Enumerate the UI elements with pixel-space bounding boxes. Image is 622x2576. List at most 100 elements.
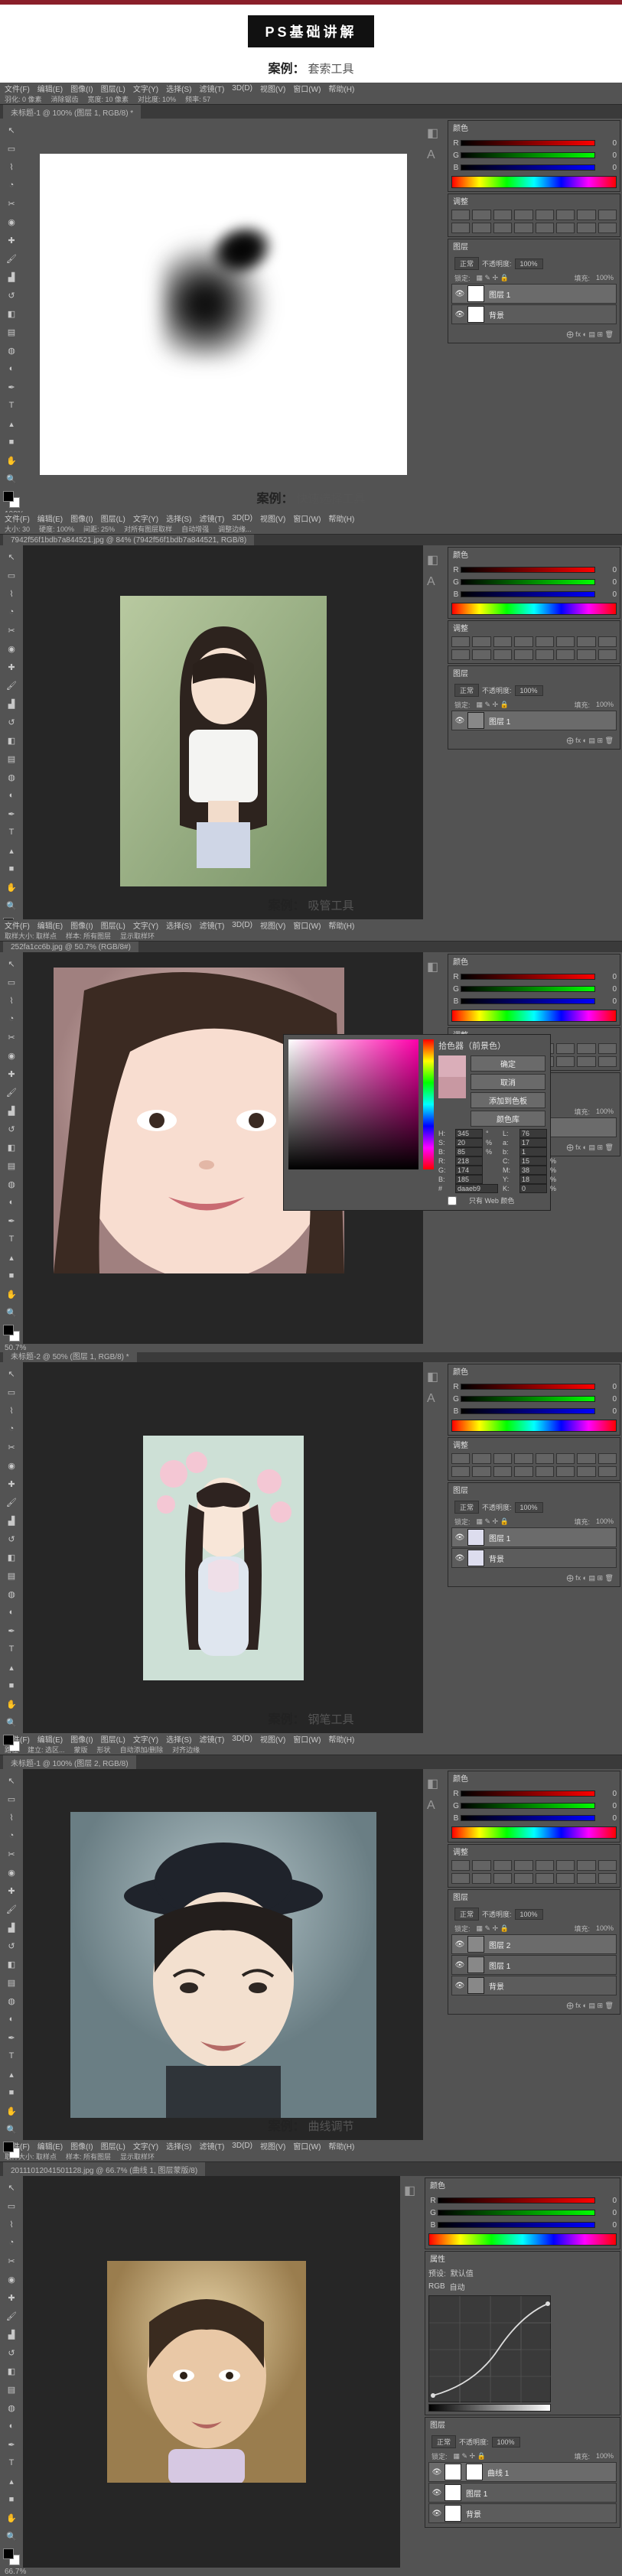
s-input[interactable]: [455, 1138, 483, 1147]
g-slider[interactable]: [461, 579, 595, 585]
quick-select-tool[interactable]: ◔: [3, 1420, 20, 1437]
adjustment-icon[interactable]: [577, 1043, 595, 1054]
canvas-area[interactable]: [23, 1769, 423, 2161]
blend-mode-dropdown[interactable]: 正常: [454, 1908, 479, 1921]
color-swatch[interactable]: [3, 1735, 20, 1751]
menu-item[interactable]: 窗口(W): [293, 512, 321, 524]
lasso-tool[interactable]: ⌇: [3, 2216, 20, 2233]
g-slider[interactable]: [461, 1803, 595, 1809]
quick-select-tool[interactable]: ◔: [3, 177, 20, 194]
eyedropper-tool[interactable]: ◉: [3, 1047, 20, 1064]
brush-tool[interactable]: 🖌: [3, 1901, 20, 1917]
menu-item[interactable]: 3D(D): [232, 1735, 252, 1743]
adjustment-icon[interactable]: [577, 636, 595, 647]
adjustment-icon[interactable]: [577, 1860, 595, 1871]
menu-item[interactable]: 文字(Y): [133, 1733, 158, 1745]
adjustment-icon[interactable]: [577, 223, 595, 233]
move-tool[interactable]: ↖: [3, 2179, 20, 2196]
color-libraries-button[interactable]: 颜色库: [471, 1111, 545, 1127]
adjustment-icon[interactable]: [556, 1466, 575, 1477]
adjustment-icon[interactable]: [536, 636, 554, 647]
crop-tool[interactable]: ✂: [3, 1439, 20, 1456]
r-slider[interactable]: [461, 1384, 595, 1390]
menu-item[interactable]: 窗口(W): [293, 83, 321, 94]
move-tool[interactable]: ↖: [3, 1365, 20, 1382]
menu-item[interactable]: 图层(L): [101, 1733, 125, 1745]
layer-row[interactable]: 👁图层 1: [451, 284, 617, 304]
blur-tool[interactable]: ◍: [3, 1992, 20, 2009]
move-tool[interactable]: ↖: [3, 122, 20, 138]
mask-thumbnail[interactable]: [466, 2464, 483, 2480]
menu-item[interactable]: 3D(D): [232, 514, 252, 522]
adjustment-icon[interactable]: [472, 1873, 490, 1884]
menu-item[interactable]: 图层(L): [101, 83, 125, 94]
quick-select-tool[interactable]: ◔: [3, 1827, 20, 1844]
r-slider[interactable]: [461, 974, 595, 980]
web-only-checkbox[interactable]: [438, 1196, 466, 1205]
crop-tool[interactable]: ✂: [3, 622, 20, 639]
k-input[interactable]: [519, 1184, 547, 1193]
adjustment-icon[interactable]: [514, 1860, 532, 1871]
dodge-tool[interactable]: ◐: [3, 1194, 20, 1211]
layer-thumbnail[interactable]: [445, 2464, 461, 2480]
menu-item[interactable]: 视图(V): [260, 83, 285, 94]
opacity-input[interactable]: 100%: [515, 685, 543, 696]
adjustment-icon[interactable]: [472, 1860, 490, 1871]
color-swatch[interactable]: [3, 2142, 20, 2158]
menu-item[interactable]: 选择(S): [166, 2140, 191, 2152]
marquee-tool[interactable]: ▭: [3, 974, 20, 990]
layer-row[interactable]: 👁曲线 1: [428, 2462, 617, 2482]
spectrum-strip[interactable]: [451, 1420, 617, 1432]
option-segment[interactable]: 大小: 30: [5, 524, 30, 534]
menu-item[interactable]: 滤镜(T): [200, 512, 225, 524]
blend-mode-dropdown[interactable]: 正常: [454, 684, 479, 697]
adjustment-icon[interactable]: [556, 223, 575, 233]
visibility-toggle[interactable]: 👁: [452, 1961, 467, 1969]
menu-item[interactable]: 编辑(E): [37, 512, 63, 524]
menu-item[interactable]: 图像(I): [70, 83, 93, 94]
b-slider[interactable]: [461, 1408, 595, 1414]
zoom-tool[interactable]: 🔍: [3, 897, 20, 914]
hand-tool[interactable]: ✋: [3, 2509, 20, 2526]
spectrum-strip[interactable]: [451, 1010, 617, 1022]
adjustment-icon[interactable]: [536, 1873, 554, 1884]
gradient-tool[interactable]: ▤: [3, 1974, 20, 1991]
adjustment-icon[interactable]: [577, 1453, 595, 1464]
b-slider[interactable]: [461, 1815, 595, 1821]
curves-auto-button[interactable]: 自动: [450, 2281, 465, 2292]
type-tool[interactable]: T: [3, 824, 20, 841]
b2-input[interactable]: [519, 1147, 547, 1156]
option-segment[interactable]: 羽化: 0 像素: [5, 94, 42, 104]
menu-item[interactable]: 3D(D): [232, 921, 252, 929]
layer-thumbnail[interactable]: [445, 2505, 461, 2522]
spectrum-strip[interactable]: [451, 1826, 617, 1839]
menu-item[interactable]: 编辑(E): [37, 83, 63, 94]
pen-tool[interactable]: ✒: [3, 2029, 20, 2046]
menu-item[interactable]: 视图(V): [260, 1733, 285, 1745]
menu-item[interactable]: 编辑(E): [37, 1733, 63, 1745]
adjustment-icon[interactable]: [493, 649, 512, 660]
menu-item[interactable]: 图层(L): [101, 512, 125, 524]
adjustment-icon[interactable]: [598, 210, 617, 220]
adjustment-icon[interactable]: [514, 1466, 532, 1477]
menu-item[interactable]: 文字(Y): [133, 919, 158, 931]
adjustment-icon[interactable]: [556, 649, 575, 660]
bl-input[interactable]: [455, 1175, 483, 1184]
adjustment-icon[interactable]: [451, 223, 470, 233]
g-slider[interactable]: [438, 2210, 595, 2216]
layer-name[interactable]: 背景: [489, 309, 504, 320]
menu-item[interactable]: 选择(S): [166, 1733, 191, 1745]
option-segment[interactable]: 显示取样环: [120, 931, 155, 941]
marquee-tool[interactable]: ▭: [3, 1791, 20, 1807]
opacity-input[interactable]: 100%: [515, 1909, 543, 1920]
r-slider[interactable]: [438, 2197, 595, 2204]
adjustment-icon[interactable]: [472, 636, 490, 647]
adjustment-icon[interactable]: [536, 223, 554, 233]
g-slider[interactable]: [461, 152, 595, 158]
adjustment-icon[interactable]: [577, 649, 595, 660]
fill-input[interactable]: 100%: [596, 2452, 614, 2460]
shape-tool[interactable]: ■: [3, 1677, 20, 1694]
pen-tool[interactable]: ✒: [3, 1622, 20, 1639]
g-slider[interactable]: [461, 986, 595, 992]
layer-thumbnail[interactable]: [467, 1956, 484, 1973]
